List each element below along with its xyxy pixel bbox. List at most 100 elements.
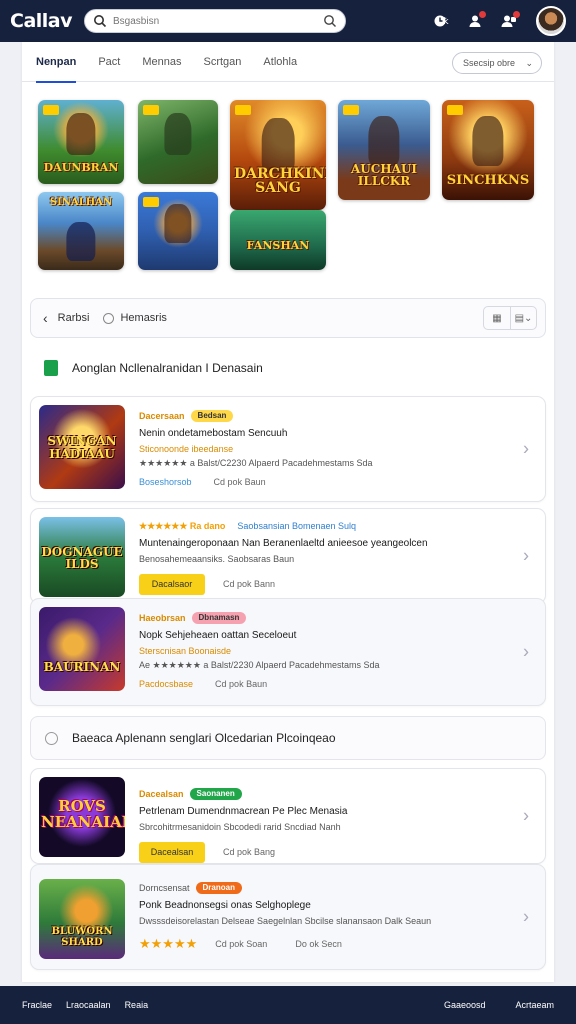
item-badge: Dranoan	[195, 882, 242, 894]
item-action-button[interactable]: Dacalsaor	[139, 573, 205, 595]
list-item[interactable]: SWINGAN HADIAAU Dacersaan Bedsan Nenin on…	[30, 396, 546, 502]
game-tile[interactable]: FANSHAN	[230, 210, 326, 270]
game-tile[interactable]: DAUNBRAN	[38, 100, 124, 184]
item-category: Dacersaan	[139, 411, 185, 421]
game-tile[interactable]	[138, 192, 218, 270]
bottom-link[interactable]: Fraclae	[22, 1000, 52, 1010]
tile-tag	[235, 105, 251, 115]
tile-title: SINALHAN	[49, 197, 113, 208]
circle-icon	[103, 312, 115, 324]
search-icon	[94, 15, 107, 28]
item-category: Dacealsan	[139, 789, 184, 799]
tile-tag	[143, 105, 159, 115]
list-item[interactable]: DOGNAGUE ILDS ★★★★★★ Ra dano Saobsansian …	[30, 508, 546, 604]
user-button[interactable]	[462, 10, 488, 32]
item-title: Nenin ondetamebostam Sencuuh	[139, 428, 288, 439]
chevron-right-icon[interactable]: ›	[523, 642, 529, 663]
avatar[interactable]	[536, 6, 566, 36]
sort-dropdown[interactable]: Ssecsip obre ⌄	[452, 52, 542, 74]
main-card: Nenpan Pact Mennas Scrtgan Atlohla Ssecs…	[22, 42, 554, 982]
tile-tag	[143, 197, 159, 207]
bottom-link[interactable]: Gaaeoosd	[444, 1000, 486, 1010]
item-title: Muntenaingeroponaan Nan Beranenlaeltd an…	[139, 538, 428, 549]
list-item[interactable]: BLUWORN SHARD Dorncsensat Dranoan Ponk Be…	[30, 864, 546, 970]
section-header: Baeaca Aplenann senglari Olcedarian Plco…	[30, 716, 546, 760]
tab-pact[interactable]: Pact	[98, 42, 120, 82]
item-time: Cd pok Soan	[215, 938, 268, 949]
search-box[interactable]	[84, 9, 346, 33]
search-input[interactable]	[113, 15, 323, 27]
thumb-title: SWINGAN HADIAAU	[47, 434, 117, 461]
item-category: ★★★★★★ Ra dano	[139, 520, 226, 531]
item-time: Cd pok Bann	[223, 579, 276, 590]
tab-nenpan[interactable]: Nenpan	[36, 42, 77, 83]
thumb-title: BLUWORN SHARD	[51, 926, 113, 948]
item-meta-link[interactable]: Saobsansian Bomenaen Sulq	[237, 521, 356, 531]
tile-tag	[343, 105, 359, 115]
grid-view-icon[interactable]: ▦	[484, 307, 510, 329]
game-tile[interactable]: AUCHAUI ILLCKR	[338, 100, 430, 200]
bottom-link[interactable]: Acrtaeam	[515, 1000, 554, 1010]
chevron-right-icon[interactable]: ›	[523, 546, 529, 567]
list-item[interactable]: BAURINAN Haeobrsan Dbnamasn Nopk Sehjehea…	[30, 598, 546, 706]
top-bar: Callav ꝁ	[0, 0, 576, 42]
thumb-title: ROVS NEANAIAN	[41, 797, 125, 832]
item-link[interactable]: Pacdocsbase	[139, 679, 193, 689]
tile-character	[164, 113, 192, 156]
item-stats: ★★★★★★ a Balst/C2230 Alpaerd Pacadehmest…	[139, 457, 373, 468]
item-badge: Bedsan	[190, 410, 234, 422]
notification-badge	[513, 11, 520, 18]
people-button[interactable]	[496, 10, 522, 32]
item-description: Benosahemeaansiks. Saobsaras Baun	[139, 554, 295, 564]
item-badge: Saonanen	[189, 788, 242, 800]
filter-back-label[interactable]: Rarbsi	[58, 312, 90, 324]
thumb-title: DOGNAGUE ILDS	[41, 544, 123, 572]
item-title: Petrlenam Dumendnmacrean Pe Plec Menasia	[139, 806, 348, 817]
clock-label: ꝁ	[443, 15, 449, 26]
bottom-link[interactable]: Reaia	[125, 1000, 149, 1010]
section-title: Baeaca Aplenann senglari Olcedarian Plco…	[72, 731, 336, 745]
item-time: Cd pok Baun	[215, 679, 268, 690]
chevron-right-icon[interactable]: ›	[523, 907, 529, 928]
item-time-2: Do ok Secn	[295, 938, 342, 949]
clock-button[interactable]: ꝁ	[428, 10, 454, 32]
game-tile[interactable]: SINALHAN	[38, 192, 124, 270]
tile-tag	[43, 105, 59, 115]
game-tile[interactable]: SINCHKNS	[442, 100, 534, 200]
sort-label: Ssecsip obre	[463, 58, 516, 68]
game-tile[interactable]: DARCHKINK SANG	[230, 100, 326, 210]
section-title: Aonglan Ncllenalranidan I Denasain	[72, 361, 263, 375]
item-action-button[interactable]: Dacealsan	[139, 841, 205, 863]
filter-label[interactable]: Hemasris	[120, 312, 166, 324]
item-thumbnail: BLUWORN SHARD	[39, 879, 125, 959]
item-thumbnail: ROVS NEANAIAN	[39, 777, 125, 857]
chevron-right-icon[interactable]: ›	[523, 439, 529, 460]
tile-title: DARCHKINK SANG	[234, 165, 326, 197]
list-item[interactable]: ROVS NEANAIAN Dacealsan Saonanen Petrlena…	[30, 768, 546, 864]
chevron-right-icon[interactable]: ›	[523, 806, 529, 827]
tab-atlohla[interactable]: Atlohla	[263, 42, 297, 82]
list-view-icon[interactable]: ▤⌄	[510, 307, 536, 329]
search-submit-icon[interactable]	[323, 14, 337, 28]
tile-character	[164, 204, 192, 244]
document-icon	[44, 360, 58, 376]
game-tile[interactable]	[138, 100, 218, 184]
tile-title: FANSHAN	[246, 239, 310, 253]
tile-character	[66, 113, 96, 156]
item-description: Sterscnisan Boonaisde	[139, 646, 232, 656]
item-stats: Ae ★★★★★★ a Balst/2230 Alpaerd Pacadehme…	[139, 659, 380, 670]
tile-character	[261, 117, 295, 173]
tile-character	[368, 116, 400, 166]
item-description: Dwsssdeisorelastan Delseae Saegelnlan Sb…	[139, 916, 432, 926]
tab-mennas[interactable]: Mennas	[142, 42, 181, 82]
tab-scrtgan[interactable]: Scrtgan	[204, 42, 242, 82]
tile-title: SINCHKNS	[446, 173, 530, 189]
item-title: Nopk Sehjeheaen oattan Seceloeut	[139, 630, 297, 641]
back-arrow-icon[interactable]: ‹	[43, 310, 48, 326]
item-link[interactable]: Boseshorsob	[139, 477, 192, 487]
bottom-link[interactable]: Lraocaalan	[66, 1000, 111, 1010]
chevron-down-icon: ⌄	[525, 57, 533, 68]
item-title: Ponk Beadnonsegsi onas Selghoplege	[139, 900, 311, 911]
app-logo[interactable]: Callav	[10, 10, 73, 32]
thumb-title: BAURINAN	[43, 659, 121, 674]
